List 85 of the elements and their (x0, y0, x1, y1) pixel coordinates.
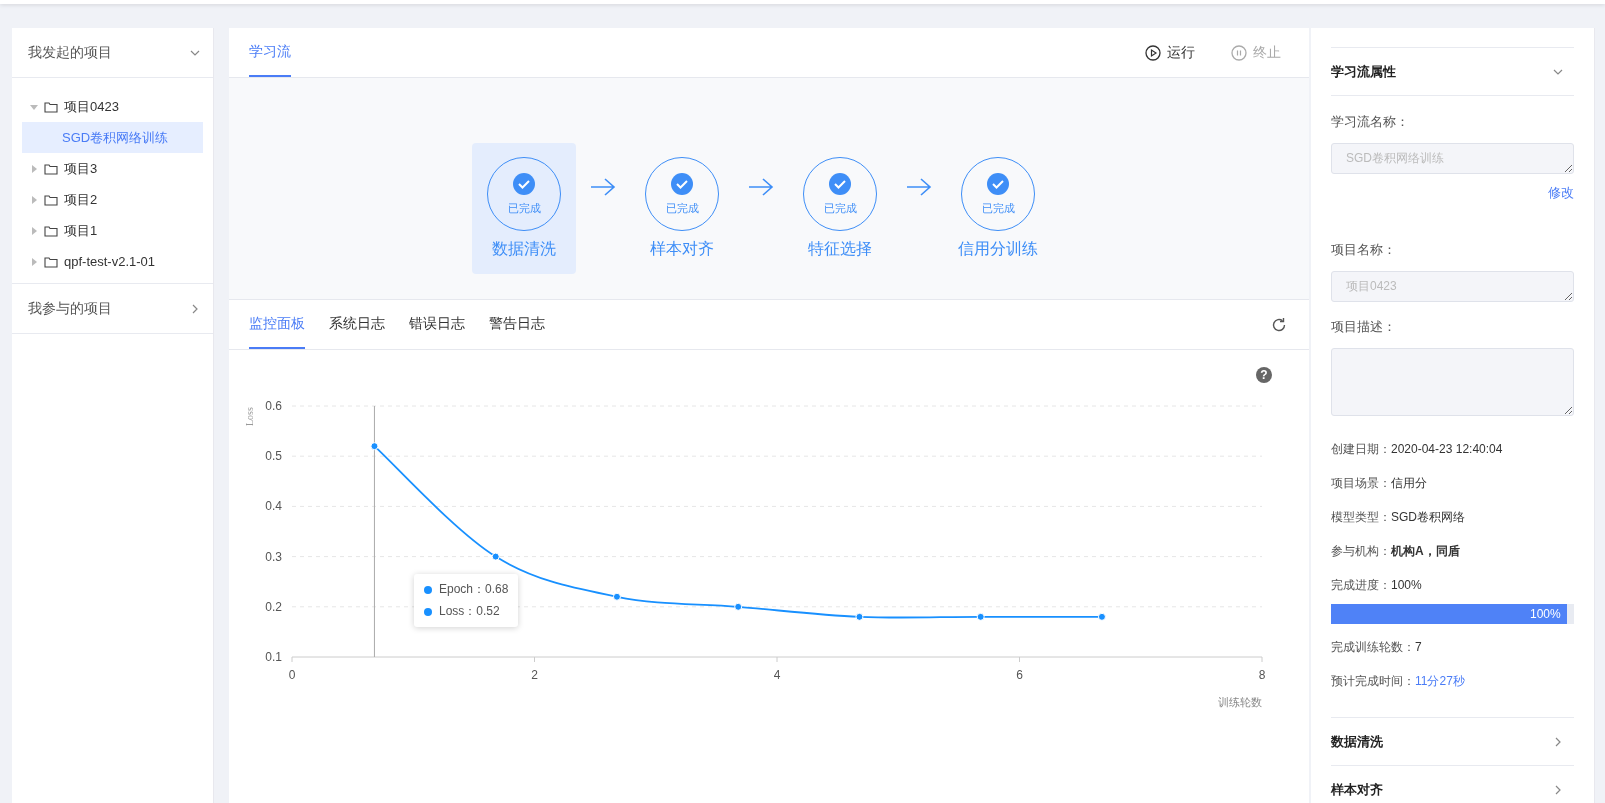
check-circle-icon (987, 172, 1009, 195)
tree-item[interactable]: qpf-test-v2.1-01 (22, 246, 203, 277)
tree-item[interactable]: 项目1 (22, 215, 203, 246)
folder-icon (44, 162, 58, 175)
tooltip-text: Loss：0.52 (439, 603, 500, 620)
x-tick-label: 8 (1258, 668, 1266, 682)
step-name: 特征选择 (808, 239, 872, 259)
y-axis-title: Loss (244, 407, 255, 426)
step-status: 已完成 (981, 200, 1015, 216)
step-status: 已完成 (823, 200, 857, 216)
x-axis-title: 训练轮数 (1218, 696, 1262, 709)
data-point (1097, 612, 1106, 621)
progress-text: 100% (1530, 607, 1562, 621)
arrow-icon (906, 176, 932, 197)
info-label: 创建日期： (1331, 442, 1391, 456)
step-status: 已完成 (665, 200, 699, 216)
section-header[interactable]: 学习流属性 (1331, 47, 1574, 96)
expand-triangle-icon (30, 195, 38, 204)
tree-item[interactable]: 项目2 (22, 184, 203, 215)
field-label: 项目描述： (1331, 318, 1397, 336)
tree-item[interactable]: 项目0423 (22, 91, 203, 122)
check-circle-icon (671, 172, 693, 195)
check-circle-icon (829, 172, 851, 195)
expand-triangle-icon (30, 226, 38, 235)
info-value: 机构A，同盾 (1391, 544, 1460, 558)
info-label: 参与机构： (1331, 544, 1391, 558)
step-name: 数据清洗 (492, 239, 556, 259)
field-label: 项目名称： (1331, 241, 1397, 259)
section-header[interactable]: 数据清洗 (1331, 717, 1574, 765)
data-point (491, 552, 500, 561)
y-tick-label: 0.1 (265, 650, 282, 664)
run-button[interactable]: 运行 (1139, 28, 1201, 77)
y-tick-label: 0.2 (265, 599, 282, 614)
tooltip-text: Epoch：0.68 (439, 581, 509, 598)
check-circle-icon (513, 172, 535, 195)
folder-icon (44, 193, 58, 206)
info-label: 完成训练轮数： (1331, 640, 1415, 654)
info-value: SGD卷积网络 (1391, 510, 1465, 524)
tab[interactable]: 错误日志 (409, 300, 465, 349)
tree-item[interactable]: 项目3 (22, 153, 203, 184)
info-value: 100% (1391, 578, 1422, 592)
x-tick-label: 4 (773, 668, 781, 682)
help-icon[interactable]: ? (1256, 367, 1272, 383)
info-label: 项目场景： (1331, 476, 1391, 490)
x-tick-label: 2 (531, 668, 538, 682)
play-icon (1145, 44, 1161, 61)
field-label: 学习流名称： (1331, 113, 1410, 131)
tab[interactable]: 系统日志 (329, 300, 385, 349)
sidebar-section-header[interactable]: 我参与的项目 (12, 284, 213, 334)
arrow-icon (590, 176, 616, 197)
folder-icon (44, 224, 58, 237)
info-value: 7 (1415, 640, 1422, 654)
sidebar-section-header[interactable]: 我发起的项目 (12, 28, 213, 78)
step-name: 样本对齐 (650, 239, 714, 259)
data-point (976, 612, 985, 621)
section-header[interactable]: 样本对齐 (1331, 765, 1574, 803)
info-label: 完成进度： (1331, 578, 1391, 592)
data-point (370, 442, 379, 451)
step-status: 已完成 (507, 200, 541, 216)
info-label: 预计完成时间： (1331, 674, 1415, 688)
y-tick-label: 0.5 (265, 449, 282, 464)
expand-triangle-icon (30, 102, 38, 111)
info-value: 2020-04-23 12:40:04 (1391, 442, 1503, 456)
refresh-icon[interactable] (1271, 316, 1287, 333)
y-tick-label: 0.6 (265, 399, 282, 413)
x-tick-label: 6 (1016, 668, 1023, 682)
arrow-icon (748, 176, 774, 197)
pause-icon (1231, 44, 1247, 61)
folder-icon (44, 100, 58, 113)
expand-triangle-icon (30, 164, 38, 173)
edit-link[interactable]: 修改 (1548, 184, 1574, 202)
data-point (612, 592, 621, 601)
tab[interactable]: 警告日志 (489, 300, 545, 349)
y-tick-label: 0.4 (265, 499, 282, 514)
info-value: 11分27秒 (1415, 674, 1465, 688)
info-value: 信用分 (1391, 476, 1427, 490)
tab[interactable]: 监控面板 (249, 300, 305, 349)
data-point (734, 602, 743, 611)
info-label: 模型类型： (1331, 510, 1391, 524)
folder-icon (44, 255, 58, 268)
expand-triangle-icon (30, 257, 38, 266)
data-point (855, 612, 864, 621)
x-tick-label: 0 (288, 668, 296, 682)
y-tick-label: 0.3 (265, 549, 282, 564)
step-name: 信用分训练 (958, 239, 1038, 259)
